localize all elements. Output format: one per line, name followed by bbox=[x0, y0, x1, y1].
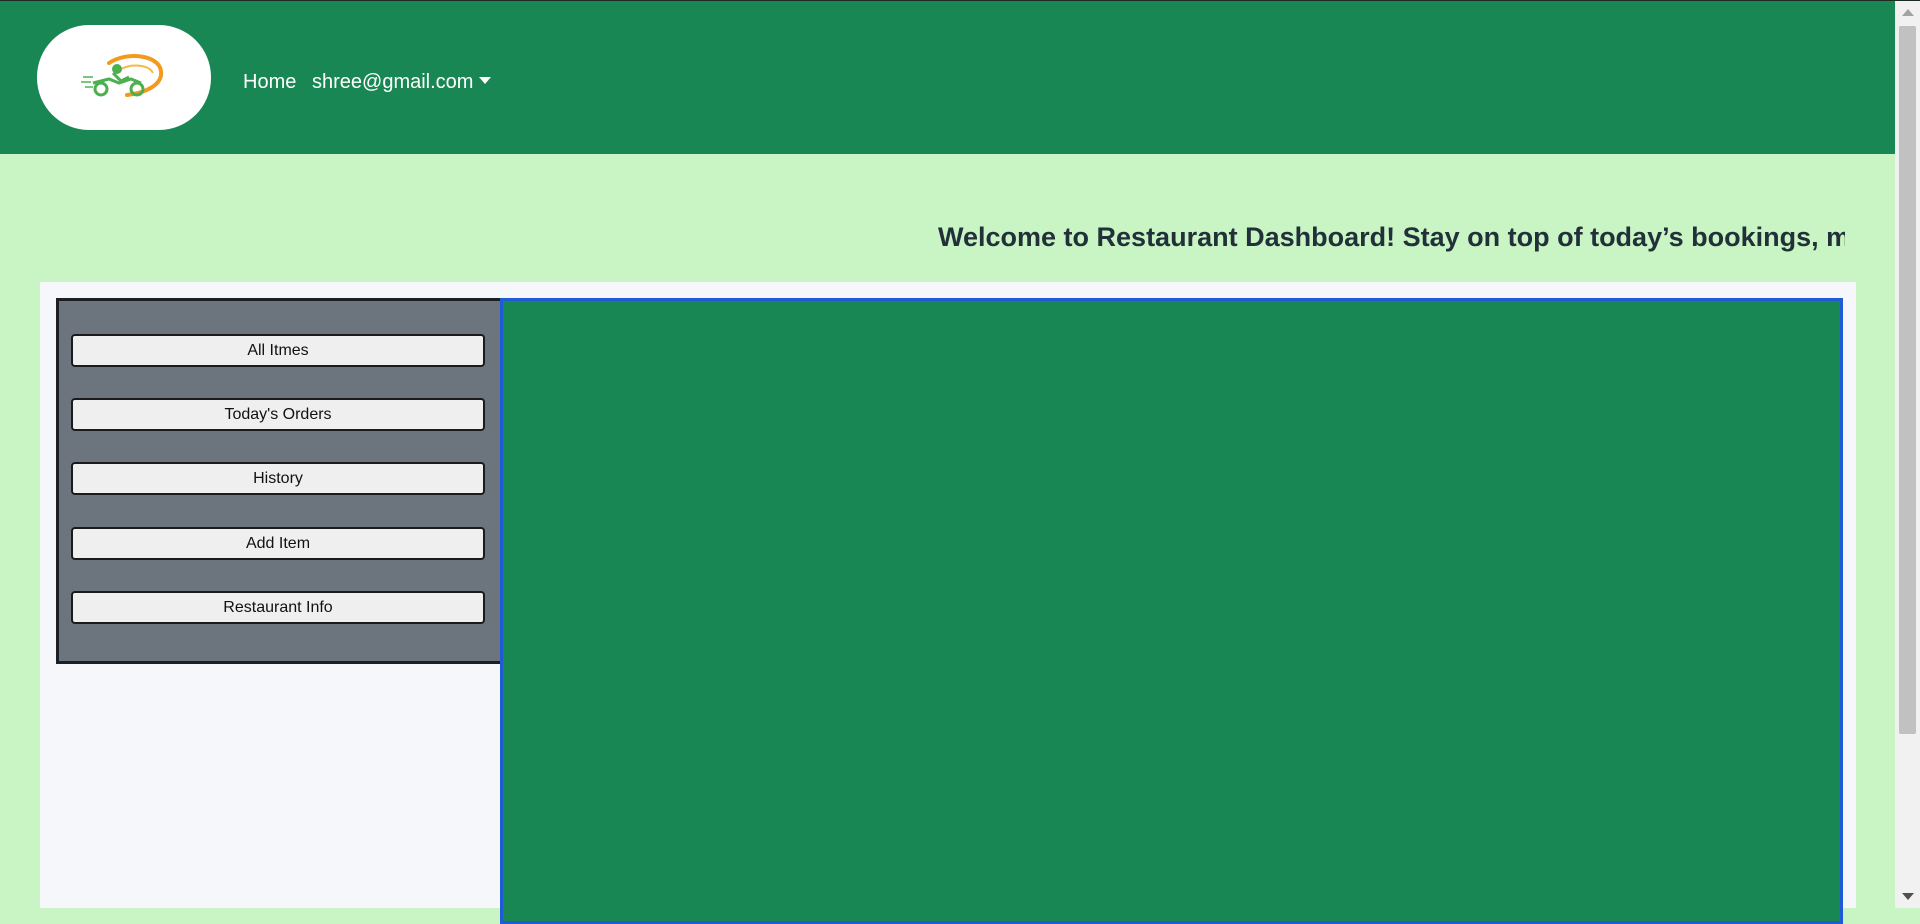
scroll-up-arrow-icon[interactable] bbox=[1902, 9, 1914, 16]
history-button[interactable]: History bbox=[71, 462, 485, 495]
sidebar: All Itmes Today's Orders History Add Ite… bbox=[56, 298, 503, 664]
add-item-button[interactable]: Add Item bbox=[71, 527, 485, 560]
all-items-button[interactable]: All Itmes bbox=[71, 334, 485, 367]
logo[interactable] bbox=[37, 25, 211, 130]
user-menu-label: shree@gmail.com bbox=[312, 71, 474, 93]
user-menu-dropdown[interactable]: shree@gmail.com bbox=[312, 71, 492, 94]
delivery-scooter-logo-icon bbox=[81, 54, 164, 97]
scroll-down-arrow-icon[interactable] bbox=[1902, 893, 1914, 900]
restaurant-info-button[interactable]: Restaurant Info bbox=[71, 591, 485, 624]
navbar: Home shree@gmail.com bbox=[0, 1, 1895, 154]
welcome-marquee: Welcome to Restaurant Dashboard! Stay on… bbox=[40, 218, 1845, 258]
welcome-message: Welcome to Restaurant Dashboard! Stay on… bbox=[938, 222, 1845, 252]
scrollbar-thumb[interactable] bbox=[1899, 26, 1916, 734]
page-scrollbar[interactable] bbox=[1895, 1, 1920, 908]
chevron-down-icon bbox=[479, 77, 492, 84]
main-content-panel bbox=[500, 298, 1843, 924]
nav-home-link[interactable]: Home bbox=[243, 71, 296, 94]
todays-orders-button[interactable]: Today's Orders bbox=[71, 398, 485, 431]
dashboard-container: All Itmes Today's Orders History Add Ite… bbox=[40, 282, 1856, 924]
